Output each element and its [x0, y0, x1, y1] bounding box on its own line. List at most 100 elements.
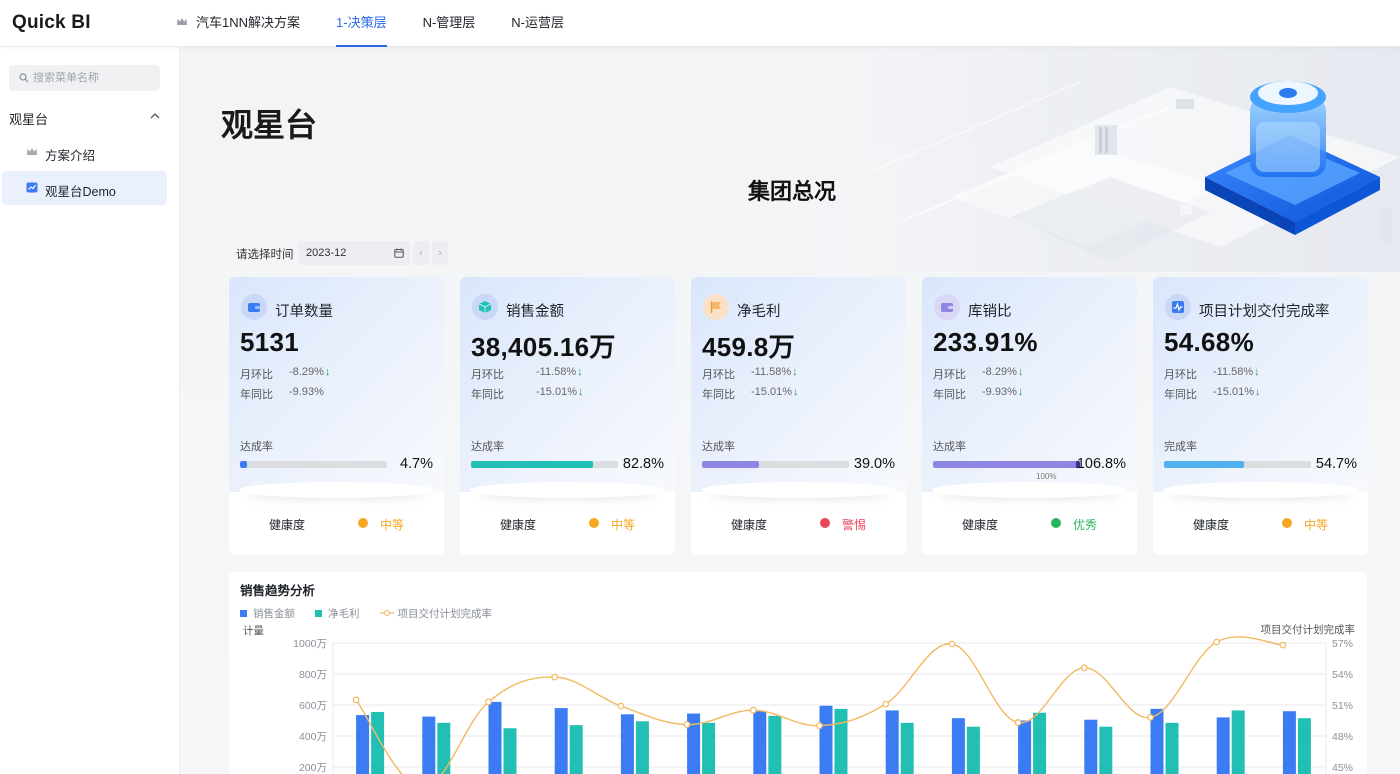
- section-title: 集团总况: [748, 179, 837, 204]
- bar-net-profit: [834, 708, 848, 774]
- kpi-yoy: 年同比 -15.01%↓: [471, 386, 583, 402]
- yoy-label: 年同比: [933, 389, 966, 401]
- delivery-rate-point: [816, 722, 823, 730]
- kpi-card-net-profit: 净毛利 459.8万 月环比 -11.58%↓ 年同比 -15.01%↓ 达成率 3…: [691, 277, 906, 555]
- prev-month-button[interactable]: ‹: [413, 241, 429, 265]
- kpi-mom: 月环比 -11.58%↓: [471, 366, 583, 382]
- rate-progress-fill: [702, 461, 760, 468]
- rate-progress-fill: [471, 461, 593, 468]
- bar-net-profit: [900, 722, 914, 774]
- health-status-dot: [358, 518, 368, 528]
- flag-icon: [703, 294, 729, 320]
- kpi-card-sales-amount: 销售金额 38,405.16万 月环比 -11.58%↓ 年同比 -15.01%↓ …: [460, 277, 675, 555]
- kpi-card-project-delivery-rate: 项目计划交付完成率 54.68% 月环比 -11.58%↓ 年同比 -15.01%↓…: [1153, 277, 1368, 555]
- legend-label: 项目交付计划完成率: [397, 607, 493, 620]
- legend-item-delivery-rate[interactable]: 项目交付计划完成率: [379, 606, 493, 620]
- y-tick-label: 600万: [299, 700, 327, 712]
- mom-value: -11.58%: [1213, 366, 1254, 378]
- delivery-rate-point: [1080, 664, 1088, 672]
- health-label: 健康度: [962, 518, 999, 532]
- rate-label: 达成率: [471, 441, 504, 453]
- chart-bars: [356, 701, 1311, 774]
- delivery-rate-point: [551, 673, 559, 681]
- wallet-icon: [934, 294, 960, 320]
- yoy-value: -9.93%: [289, 386, 324, 398]
- arrow-down-icon: ↓: [1017, 366, 1024, 378]
- bar-net-profit: [1099, 726, 1113, 774]
- y-axis-title: 计量: [243, 624, 264, 637]
- y2-tick-label: 48%: [1332, 731, 1353, 743]
- legend-line-swatch: [379, 610, 394, 616]
- y-tick-label: 400万: [299, 731, 327, 743]
- tab-auto-solution[interactable]: 汽车1NN解决方案: [176, 0, 300, 47]
- tab-operations-layer[interactable]: N-运营层: [511, 0, 564, 47]
- chart-icon: [26, 182, 38, 193]
- tab-decision-layer[interactable]: 1-决策层: [336, 0, 387, 47]
- tab-management-layer[interactable]: N-管理层: [423, 0, 476, 47]
- yoy-value: -15.01%: [536, 386, 577, 398]
- yoy-label: 年同比: [240, 389, 273, 401]
- health-status: 优秀: [1073, 518, 1098, 532]
- target-tick-label: 100%: [1036, 472, 1057, 481]
- date-filter-label: 请选择时间: [236, 249, 294, 261]
- kpi-value: 54.68%: [1164, 327, 1254, 357]
- arrow-down-icon: ↓: [324, 366, 331, 378]
- rate-progress-bar: [702, 461, 849, 468]
- rate-progress-fill: [240, 461, 247, 468]
- bar-net-profit: [1231, 710, 1245, 774]
- y-tick-label: 200万: [299, 762, 327, 774]
- kpi-card-inventory-sales-ratio: 库销比 233.91% 月环比 -8.29%↓ 年同比 -9.93%↓ 达成率 10…: [922, 277, 1137, 555]
- bar-net-profit: [503, 728, 517, 774]
- mom-value: -8.29%: [982, 366, 1017, 378]
- kpi-value: 459.8万: [702, 332, 795, 362]
- legend-swatch: [315, 609, 322, 617]
- chevron-up-icon[interactable]: [150, 112, 160, 119]
- menu-search-input[interactable]: [33, 65, 153, 91]
- next-month-button[interactable]: ›: [432, 241, 448, 265]
- kpi-mom: 月环比 -8.29%↓: [933, 366, 1023, 382]
- app-logo[interactable]: Quick BI: [12, 12, 91, 34]
- sales-trend-chart: 计量 项目交付计划完成率 1000万 800万 600万 400万 200万 57% 54%…: [243, 623, 1355, 774]
- sidebar-item-guanxingtai-demo[interactable]: 观星台Demo: [2, 171, 167, 205]
- health-label: 健康度: [731, 518, 768, 532]
- mom-value: -8.29%: [289, 366, 324, 378]
- delivery-rate-point: [485, 698, 492, 706]
- bar-sales: [554, 708, 568, 774]
- sidebar-group-guanxingtai[interactable]: 观星台: [0, 101, 180, 131]
- bar-net-profit: [702, 722, 716, 774]
- rate-progress-fill: [933, 461, 1080, 468]
- menu-search[interactable]: [9, 65, 160, 91]
- health-status: 中等: [611, 518, 636, 532]
- kpi-name: 销售金额: [506, 304, 564, 320]
- crown-icon: [177, 18, 187, 25]
- y-tick-label: 1000万: [293, 638, 327, 650]
- kpi-mom: 月环比 -8.29%↓: [240, 366, 330, 382]
- kpi-yoy: 年同比 -9.93%↓: [933, 386, 1023, 402]
- sidebar-item-solution-intro[interactable]: 方案介绍: [2, 135, 167, 169]
- month-picker-input[interactable]: [306, 241, 386, 265]
- sidebar-item-label: 观星台Demo: [45, 185, 116, 199]
- health-label: 健康度: [269, 518, 306, 532]
- rate-label: 完成率: [1164, 441, 1197, 453]
- bar-net-profit: [569, 725, 583, 774]
- arrow-down-icon: ↓: [577, 366, 583, 378]
- card-divider: [1163, 482, 1358, 498]
- bar-sales: [1084, 719, 1098, 774]
- yoy-value: -15.01%: [1213, 386, 1254, 398]
- rate-progress-bar: [471, 461, 618, 468]
- legend-item-sales[interactable]: 销售金额: [240, 606, 295, 620]
- bar-net-profit: [371, 711, 385, 774]
- legend-item-net-profit[interactable]: 净毛利: [315, 606, 360, 620]
- tab-label: N-管理层: [422, 15, 476, 30]
- crown-icon: [27, 148, 37, 155]
- kpi-card-order-count: 订单数量 5131 月环比 -8.29%↓ 年同比 -9.93% 达成率 4.7% …: [229, 277, 444, 555]
- kpi-mom: 月环比 -11.58%↓: [1164, 366, 1260, 382]
- sidebar-item-label: 方案介绍: [45, 149, 96, 163]
- rate-label: 达成率: [933, 441, 966, 453]
- yoy-value: -15.01%: [751, 386, 792, 398]
- health-status-dot: [820, 518, 830, 528]
- hero-decoration: [750, 47, 1400, 272]
- bar-sales: [819, 705, 833, 774]
- health-label: 健康度: [500, 518, 537, 532]
- month-picker[interactable]: [298, 241, 410, 265]
